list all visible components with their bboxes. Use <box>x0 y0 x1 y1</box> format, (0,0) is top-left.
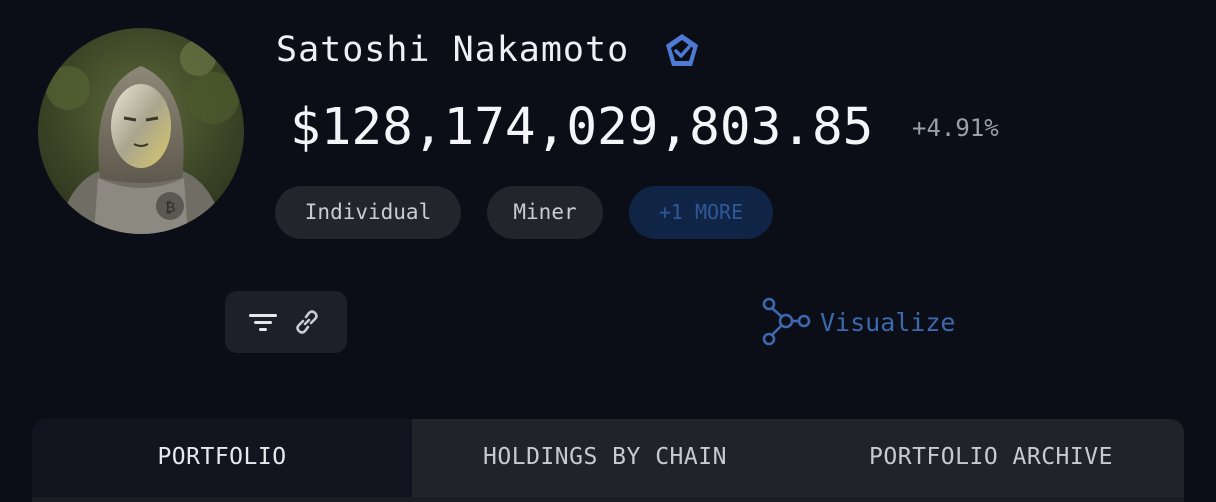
visualize-label: Visualize <box>820 307 956 337</box>
tab-portfolio[interactable]: PORTFOLIO <box>32 419 412 497</box>
entity-profile-page: ₿ Satoshi Nakamoto $128,174,029,803.85 +… <box>0 0 1216 502</box>
link-icon[interactable] <box>293 308 321 336</box>
svg-text:₿: ₿ <box>165 200 175 216</box>
tab-portfolio-archive[interactable]: PORTFOLIO ARCHIVE <box>798 419 1184 497</box>
tab-bar: PORTFOLIO HOLDINGS BY CHAIN PORTFOLIO AR… <box>32 419 1184 502</box>
verified-badge-icon <box>666 34 698 66</box>
visualize-button[interactable]: Visualize <box>760 296 955 348</box>
tab-holdings-by-chain[interactable]: HOLDINGS BY CHAIN <box>412 419 798 497</box>
avatar: ₿ <box>38 28 244 234</box>
graph-nodes-icon <box>762 297 811 346</box>
portfolio-value: $128,174,029,803.85 <box>290 98 874 157</box>
filter-icon[interactable] <box>249 310 277 334</box>
tag-individual[interactable]: Individual <box>275 186 461 239</box>
tag-miner[interactable]: Miner <box>487 186 603 239</box>
avatar-image: ₿ <box>38 28 244 234</box>
more-tags-button[interactable]: +1 MORE <box>629 186 773 239</box>
toolbar <box>225 291 347 353</box>
entity-name: Satoshi Nakamoto <box>276 30 630 70</box>
value-change-percent: +4.91% <box>912 114 999 142</box>
